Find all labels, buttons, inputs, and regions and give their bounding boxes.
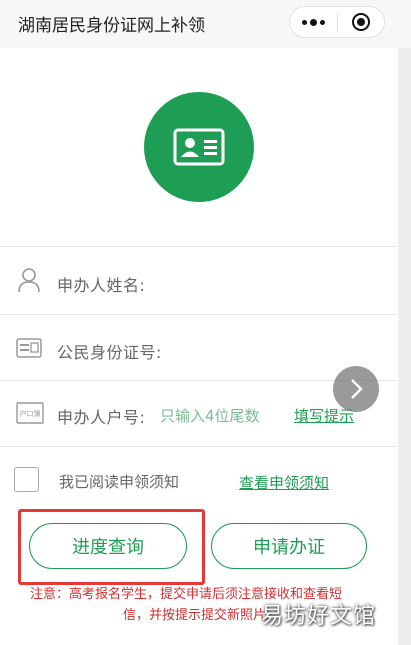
divider (0, 446, 398, 447)
chevron-right-icon (351, 379, 363, 399)
agreement-checkbox[interactable] (14, 467, 39, 492)
close-icon (352, 13, 370, 31)
more-icon (310, 18, 317, 26)
page-title: 湖南居民身份证网上补领 (18, 16, 205, 36)
divider (0, 314, 398, 315)
household-number-label: 申办人户号: (57, 408, 146, 427)
watermark: 易坊好文馆 (261, 604, 377, 629)
household-register-icon: 户口簿 (16, 402, 44, 428)
id-number-field[interactable]: 公民身份证号: (57, 339, 162, 363)
name-field[interactable]: 申办人姓名: (57, 272, 145, 296)
progress-query-button[interactable]: 进度查询 (29, 523, 187, 569)
next-floating-button[interactable] (333, 366, 379, 412)
close-button[interactable] (338, 7, 384, 37)
miniprogram-capsule (289, 6, 385, 38)
title-bar: 湖南居民身份证网上补领 (0, 0, 411, 48)
agreement-text: 我已阅读申领须知 (59, 473, 180, 491)
id-card-icon (173, 128, 225, 166)
more-button[interactable] (290, 7, 337, 37)
household-number-input[interactable]: 只输入4位尾数 (160, 405, 260, 426)
household-register-badge: 户口簿 (20, 409, 41, 418)
divider (0, 246, 398, 247)
scroll-gutter (398, 48, 411, 645)
id-card-outline-icon (16, 338, 42, 362)
person-icon (17, 267, 41, 297)
id-card-logo (144, 92, 254, 202)
view-notice-link[interactable]: 查看申领须知 (239, 472, 329, 493)
apply-button[interactable]: 申请办证 (211, 523, 367, 569)
